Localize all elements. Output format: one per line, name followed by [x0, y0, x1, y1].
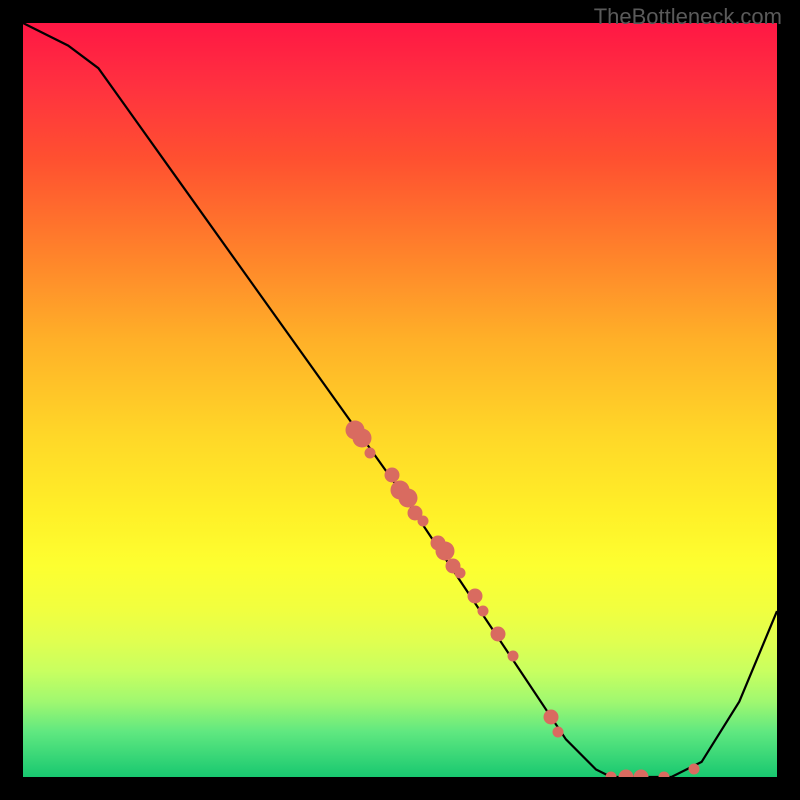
- chart-point: [658, 772, 669, 778]
- chart-point: [353, 428, 372, 447]
- chart-point: [491, 626, 506, 641]
- chart-curve: [23, 23, 777, 777]
- chart-point: [543, 709, 558, 724]
- chart-point: [468, 589, 483, 604]
- watermark-text: TheBottleneck.com: [594, 4, 782, 30]
- chart-plot-area: [23, 23, 777, 777]
- chart-point: [455, 568, 466, 579]
- chart-point: [477, 606, 488, 617]
- chart-point: [606, 772, 617, 778]
- chart-point: [417, 515, 428, 526]
- chart-point: [553, 726, 564, 737]
- chart-point: [689, 764, 700, 775]
- chart-point: [364, 447, 375, 458]
- chart-point: [508, 651, 519, 662]
